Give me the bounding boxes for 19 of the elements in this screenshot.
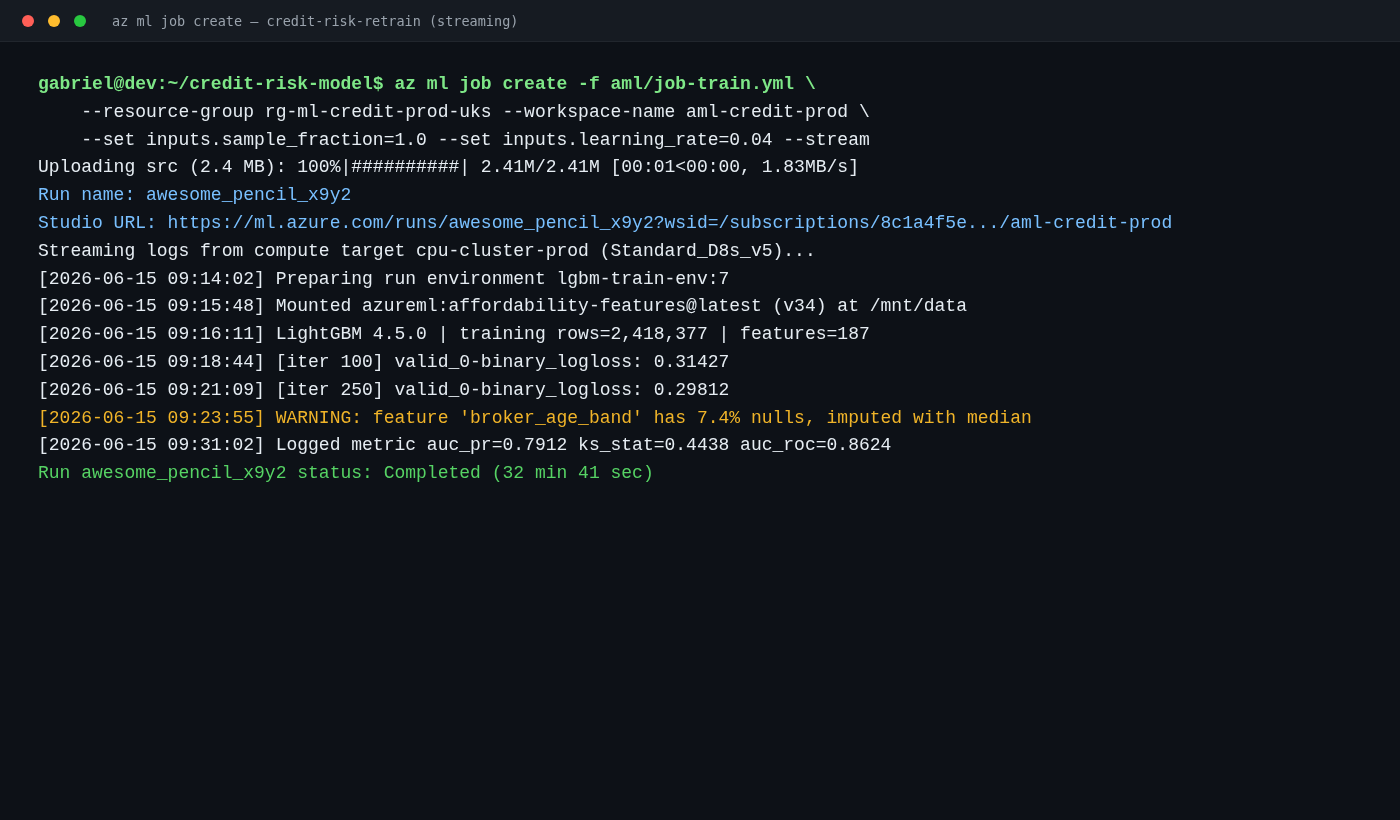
output-line: Uploading src (2.4 MB): 100%|##########| 2.41M/2.41M [00:01<00:00, 1.83MB/s] xyxy=(38,156,859,180)
command-line: gabriel@dev:~/credit-risk-model$ az ml job create -f aml/job-train.yml \ xyxy=(38,73,816,96)
output-line: --set inputs.sample_fraction=1.0 --set inputs.learning_rate=0.04 --stream xyxy=(80,128,870,152)
output-line: [2026-06-15 09:16:11] LightGBM 4.5.0 | training rows=2,418,377 | features=187 xyxy=(38,323,870,347)
close-button[interactable] xyxy=(22,14,34,27)
output-line: [2026-06-15 09:31:02] Logged metric auc_pr=0.7912 ks_stat=0.4438 auc_roc=0.8624 xyxy=(38,434,892,458)
status-line: Run awesome_pencil_x9y2 status: Completed (32 min 41 sec) xyxy=(38,462,654,486)
window-title: az ml job create — credit-risk-retrain (streaming) xyxy=(112,12,519,29)
output-line: [2026-06-15 09:15:48] Mounted azureml:affordability-features@latest (v34) at /mnt/data xyxy=(38,295,967,319)
output-line: --resource-group rg-ml-credit-prod-uks --workspace-name aml-credit-prod \ xyxy=(80,100,870,124)
warning-line: [2026-06-15 09:23:55] WARNING: feature 'broker_age_band' has 7.4% nulls, imputed with median xyxy=(38,406,1032,430)
minimize-button[interactable] xyxy=(48,14,60,27)
info-line: Studio URL: https://ml.azure.com/runs/awesome_pencil_x9y2?wsid=/subscriptions/8c1a4f5e.../aml-credit-prod xyxy=(38,212,1173,235)
output-line: [2026-06-15 09:14:02] Preparing run environment lgbm-train-env:7 xyxy=(38,267,730,291)
maximize-button[interactable] xyxy=(74,14,86,27)
output-line: [2026-06-15 09:18:44] [iter 100] valid_0-binary_logloss: 0.31427 xyxy=(38,350,730,374)
output-line: [2026-06-15 09:21:09] [iter 250] valid_0-binary_logloss: 0.29812 xyxy=(38,378,730,402)
info-line: Run name: awesome_pencil_x9y2 xyxy=(38,184,352,208)
output-line: Streaming logs from compute target cpu-cluster-prod (Standard_D8s_v5)... xyxy=(38,239,816,263)
